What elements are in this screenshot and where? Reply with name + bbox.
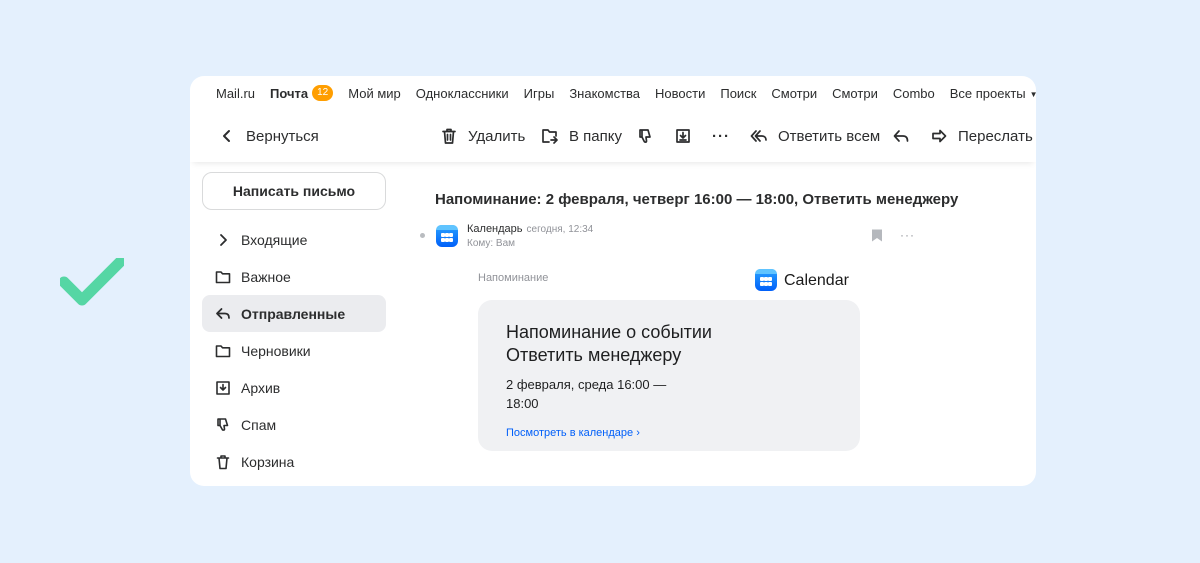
folder-icon — [215, 344, 231, 357]
folder-inbox[interactable]: Входящие — [202, 221, 386, 258]
calendar-app-icon — [436, 225, 458, 247]
portal-link-combo[interactable]: Combo — [893, 86, 935, 101]
compose-button[interactable]: Написать письмо — [202, 172, 386, 210]
unread-badge: 12 — [312, 85, 334, 101]
portal-link-search[interactable]: Поиск — [720, 86, 756, 101]
forward-button[interactable]: Переслать — [930, 110, 1033, 162]
chevron-right-icon — [220, 233, 227, 246]
portal-link-mailru[interactable]: Mail.ru — [216, 86, 255, 101]
calendar-brand: Calendar — [784, 272, 849, 289]
trash-icon — [216, 454, 230, 469]
recipient-line: Кому: Вам — [467, 238, 516, 249]
portal-link-ok[interactable]: Одноклассники — [416, 86, 509, 101]
reminder-label: Напоминание — [478, 272, 549, 284]
folder-important[interactable]: Важное — [202, 258, 386, 295]
spam-button[interactable] — [636, 110, 654, 162]
portal-link-watch-2[interactable]: Смотри — [832, 86, 878, 101]
back-label: Вернуться — [246, 127, 319, 145]
message-subject: Напоминание: 2 февраля, четверг 16:00 — … — [435, 191, 959, 208]
sender-line: Календарь сегодня, 12:34 — [467, 223, 593, 235]
archive-icon — [676, 129, 690, 143]
event-date-line-1: 2 февраля, среда 16:00 — — [506, 377, 667, 392]
folder-sent-label: Отправленные — [241, 305, 346, 322]
sent-icon — [216, 307, 230, 319]
forward-icon — [932, 129, 947, 143]
folder-trash[interactable]: Корзина — [202, 443, 386, 480]
folder-drafts[interactable]: Черновики — [202, 332, 386, 369]
folder-archive[interactable]: Архив — [202, 369, 386, 406]
folder-trash-label: Корзина — [241, 453, 295, 470]
mail-window: Mail.ru Почта 12 Мой мир Одноклассники Иг… — [190, 76, 1036, 486]
event-card: Напоминание о событии Ответить менеджеру… — [478, 300, 860, 451]
folder-inbox-label: Входящие — [241, 231, 308, 248]
checkmark-icon — [60, 258, 124, 306]
archive-icon — [216, 380, 230, 395]
reply-button[interactable] — [892, 110, 910, 162]
folder-archive-label: Архив — [241, 379, 281, 396]
portal-link-mail-label: Почта — [270, 85, 309, 101]
event-title-line-1: Напоминание о событии — [506, 322, 712, 342]
message-toolbar: Вернуться Удалить В папку ··· Ответить в… — [190, 110, 1036, 162]
folder-drafts-label: Черновики — [241, 342, 311, 359]
trash-icon — [442, 128, 456, 144]
event-title-line-2: Ответить менеджеру — [506, 345, 682, 365]
portal-link-watch[interactable]: Смотри — [771, 86, 817, 101]
all-projects-label: Все проекты — [949, 85, 1026, 101]
reply-icon — [893, 130, 909, 142]
sender-name[interactable]: Календарь — [467, 223, 523, 235]
event-date-line-2: 18:00 — [506, 396, 539, 411]
move-folder-icon — [542, 129, 558, 144]
bookmark-icon[interactable] — [871, 229, 883, 242]
back-button[interactable]: Вернуться — [218, 110, 319, 162]
archive-button[interactable] — [674, 110, 692, 162]
portal-link-dating[interactable]: Знакомства — [569, 86, 640, 101]
folder-icon — [215, 270, 231, 283]
portal-link-news[interactable]: Новости — [655, 86, 705, 101]
forward-label: Переслать — [958, 127, 1033, 145]
view-in-calendar-link[interactable]: Посмотреть в календаре › — [506, 427, 832, 439]
event-date: 2 февраля, среда 16:00 — 18:00 — [506, 375, 676, 413]
portal-nav: Mail.ru Почта 12 Мой мир Одноклассники Иг… — [190, 76, 1036, 110]
unread-dot[interactable] — [420, 233, 425, 238]
delete-button[interactable]: Удалить — [440, 110, 525, 162]
portal-link-all-projects[interactable]: Все проекты ▼ — [950, 86, 1036, 101]
delete-label: Удалить — [468, 127, 526, 145]
move-to-folder-button[interactable]: В папку — [541, 110, 622, 162]
caret-down-icon: ▼ — [1029, 89, 1036, 99]
thumbs-down-icon — [217, 417, 229, 431]
message-time: сегодня, 12:34 — [526, 224, 594, 235]
reply-all-button[interactable]: Ответить всем — [750, 110, 880, 162]
reply-all-label: Ответить всем — [778, 127, 881, 145]
folder-spam[interactable]: Спам — [202, 406, 386, 443]
calendar-logo-icon — [755, 269, 777, 291]
message-more-button[interactable]: ··· — [900, 228, 915, 242]
thumbs-down-icon — [639, 129, 651, 143]
folder-important-label: Важное — [241, 268, 291, 285]
move-to-folder-label: В папку — [569, 127, 622, 145]
portal-link-games[interactable]: Игры — [524, 86, 555, 101]
reply-all-icon — [750, 130, 767, 142]
portal-link-myworld[interactable]: Мой мир — [348, 86, 401, 101]
folder-sent[interactable]: Отправленные — [202, 295, 386, 332]
more-button[interactable]: ··· — [712, 110, 730, 162]
chevron-left-icon — [223, 130, 230, 142]
portal-link-mail[interactable]: Почта 12 — [270, 85, 334, 101]
folder-spam-label: Спам — [241, 416, 277, 433]
